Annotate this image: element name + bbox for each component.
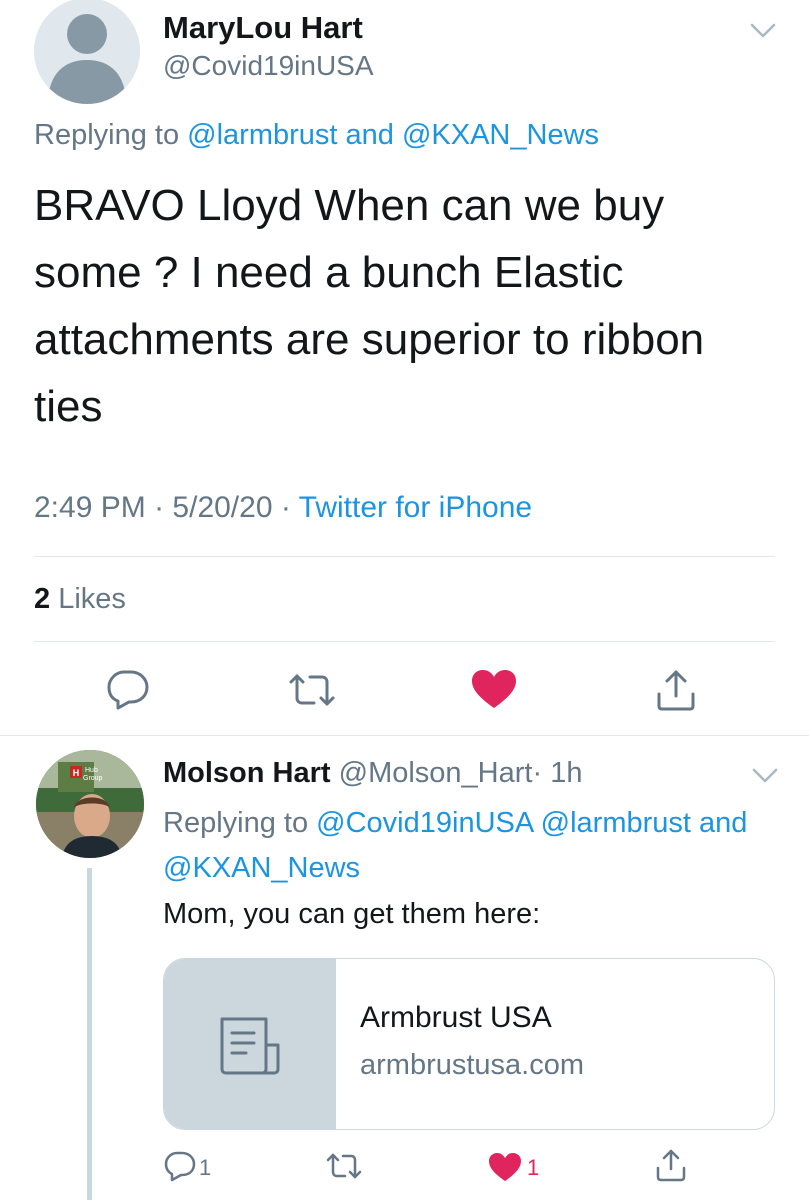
chevron-down-icon[interactable]	[751, 767, 779, 785]
share-icon[interactable]	[655, 1148, 687, 1182]
svg-text:H: H	[73, 768, 80, 778]
profile-photo: H Hub Group	[36, 750, 144, 858]
link-preview-card[interactable]: Armbrust USA armbrustusa.com	[163, 958, 775, 1130]
mention-larmbrust[interactable]: @larmbrust	[187, 119, 337, 151]
thread-connector-line	[87, 868, 92, 1200]
tweet-metadata: 2:49 PM · 5/20/20 · Twitter for iPhone	[34, 491, 532, 525]
svg-text:Group: Group	[83, 775, 103, 782]
reply-icon[interactable]	[105, 668, 151, 710]
mention-covid19inusa[interactable]: @Covid19inUSA	[316, 807, 532, 839]
likes-count: 2	[34, 583, 51, 615]
mention-kxan-news[interactable]: @KXAN_News	[163, 852, 360, 884]
card-domain: armbrustusa.com	[360, 1049, 585, 1081]
replying-and-text: and	[699, 807, 748, 839]
reply-icon[interactable]	[163, 1150, 197, 1182]
chevron-down-icon[interactable]	[749, 22, 777, 40]
reply-author-avatar[interactable]: H Hub Group	[36, 750, 144, 858]
author-handle[interactable]: @Covid19inUSA	[163, 50, 374, 82]
divider	[34, 556, 775, 557]
reply-count: 1	[199, 1155, 212, 1180]
likes-stat[interactable]: 2 Likes	[34, 583, 126, 616]
tweet-date: 5/20/20	[172, 491, 273, 524]
mention-kxan-news[interactable]: @KXAN_News	[402, 119, 599, 151]
svg-text:Hub: Hub	[85, 767, 98, 774]
tweet-detail-page: MaryLou Hart @Covid19inUSA Replying to @…	[0, 0, 809, 1200]
likes-label: Likes	[58, 583, 126, 615]
tweet-source-link[interactable]: Twitter for iPhone	[299, 491, 532, 524]
tweet-time: 2:49 PM	[34, 491, 146, 524]
meta-separator: ·	[532, 757, 543, 789]
like-icon[interactable]	[470, 668, 518, 710]
reply-time: 1h	[550, 757, 583, 789]
default-profile-icon	[34, 0, 140, 104]
share-icon[interactable]	[655, 668, 697, 712]
thread-divider	[0, 735, 809, 736]
meta-separator: ·	[154, 491, 165, 524]
retweet-icon[interactable]	[287, 672, 337, 708]
retweet-icon[interactable]	[325, 1152, 363, 1180]
card-title: Armbrust USA	[360, 1001, 552, 1034]
replying-and-text: and	[345, 119, 394, 151]
divider	[34, 641, 775, 642]
default-avatar[interactable]	[34, 0, 140, 104]
like-count: 1	[527, 1155, 540, 1180]
replying-to-label: Replying to	[163, 807, 309, 839]
document-icon	[220, 1017, 280, 1075]
reply-author-handle[interactable]: @Molson_Hart	[339, 757, 533, 789]
reply-replying-to-line: Replying to @Covid19inUSA @larmbrust and…	[163, 801, 773, 891]
tweet-body: BRAVO Lloyd When can we buy some ? I nee…	[34, 181, 705, 431]
reply-author-line: Molson Hart @Molson_Hart· 1h	[163, 757, 582, 790]
reply-author-display-name[interactable]: Molson Hart	[163, 757, 331, 789]
author-display-name[interactable]: MaryLou Hart	[163, 10, 363, 46]
card-thumbnail	[164, 959, 336, 1129]
reply-body: Mom, you can get them here:	[163, 898, 541, 930]
replying-to-line: Replying to @larmbrust and @KXAN_News	[34, 119, 599, 152]
like-icon[interactable]	[487, 1151, 523, 1183]
mention-larmbrust[interactable]: @larmbrust	[541, 807, 691, 839]
replying-to-label: Replying to	[34, 119, 180, 151]
meta-separator: ·	[280, 491, 291, 524]
